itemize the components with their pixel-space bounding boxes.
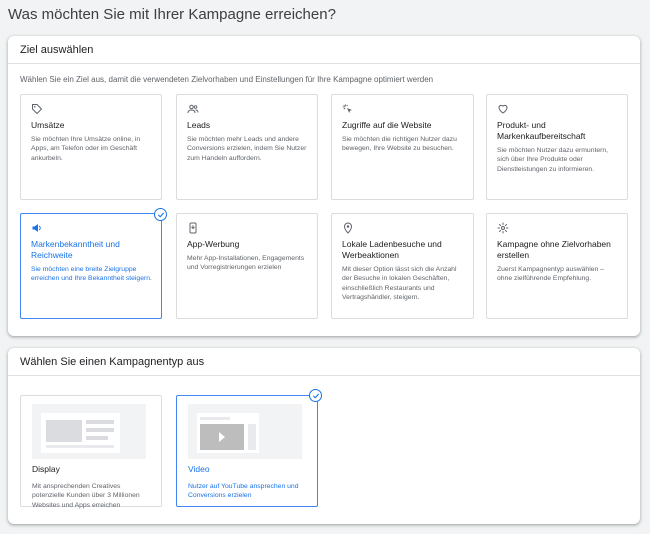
campaign-type-video[interactable]: Video Nutzer auf YouTube ansprechen und … xyxy=(176,395,318,507)
goal-tile-sales[interactable]: Umsätze Sie möchten Ihre Umsätze online,… xyxy=(20,94,162,200)
goal-tile-title: Leads xyxy=(187,120,211,130)
goal-tile-title: Kampagne ohne Zielvorhaben erstellen xyxy=(497,239,611,260)
goal-tile-app-promotion[interactable]: App-Werbung Mehr App-Installationen, Eng… xyxy=(176,213,318,319)
goal-tile-description: Sie möchten eine breite Zielgruppe errei… xyxy=(31,266,152,283)
goal-tile-description: Sie möchten Ihre Umsätze online, in Apps… xyxy=(31,136,141,162)
people-icon xyxy=(187,103,201,117)
selected-check-icon xyxy=(309,389,322,402)
phone-download-icon xyxy=(187,222,201,236)
goal-section-header: Ziel auswählen xyxy=(8,36,640,64)
goal-tile-description: Mehr App-Installationen, Engagements und… xyxy=(187,255,305,272)
tag-icon xyxy=(31,103,45,117)
goal-tile-brand-awareness[interactable]: Markenbekanntheit und Reichweite Sie möc… xyxy=(20,213,162,319)
campaign-type-description: Mit ansprechenden Creatives potenzielle … xyxy=(32,483,140,509)
goal-tile-title: Markenbekanntheit und Reichweite xyxy=(31,239,120,260)
goal-tile-title: Zugriffe auf die Website xyxy=(342,120,432,130)
goal-tile-description: Sie möchten Nutzer dazu ermuntern, sich … xyxy=(497,147,609,173)
location-pin-icon xyxy=(342,222,356,236)
goal-tile-website-traffic[interactable]: Zugriffe auf die Website Sie möchten die… xyxy=(331,94,474,200)
selected-check-icon xyxy=(154,208,167,221)
type-section-header: Wählen Sie einen Kampagnentyp aus xyxy=(8,348,640,376)
cursor-click-icon xyxy=(342,103,356,117)
gear-icon xyxy=(497,222,511,236)
page-title: Was möchten Sie mit Ihrer Kampagne errei… xyxy=(8,6,336,23)
goal-tile-no-goal[interactable]: Kampagne ohne Zielvorhaben erstellen Zue… xyxy=(486,213,628,319)
goal-tile-product-brand-consideration[interactable]: Produkt- und Markenkaufbereitschaft Sie … xyxy=(486,94,628,200)
campaign-type-card: Wählen Sie einen Kampagnentyp aus Displa… xyxy=(8,348,640,524)
campaign-type-title: Video xyxy=(188,464,210,474)
goal-tile-description: Sie möchten mehr Leads und andere Conver… xyxy=(187,136,307,162)
goal-tile-leads[interactable]: Leads Sie möchten mehr Leads und andere … xyxy=(176,94,318,200)
campaign-type-title: Display xyxy=(32,464,60,474)
megaphone-icon xyxy=(31,222,45,236)
goal-tile-description: Sie möchten die richtigen Nutzer dazu be… xyxy=(342,136,457,153)
goal-selection-card: Ziel auswählen Wählen Sie ein Ziel aus, … xyxy=(8,36,640,336)
campaign-type-display[interactable]: Display Mit ansprechenden Creatives pote… xyxy=(20,395,162,509)
campaign-type-description: Nutzer auf YouTube ansprechen und Conver… xyxy=(188,483,299,500)
goal-tile-title: Lokale Ladenbesuche und Werbeaktionen xyxy=(342,239,442,260)
goal-tile-local-store-visits[interactable]: Lokale Ladenbesuche und Werbeaktionen Mi… xyxy=(331,213,474,319)
goal-section-description: Wählen Sie ein Ziel aus, damit die verwe… xyxy=(20,75,434,84)
goal-tile-title: Produkt- und Markenkaufbereitschaft xyxy=(497,120,586,141)
goal-tile-title: Umsätze xyxy=(31,120,65,130)
goal-tile-title: App-Werbung xyxy=(187,239,240,249)
goal-tile-description: Zuerst Kampagnentyp auswählen – ohne zie… xyxy=(497,266,604,283)
goal-tile-description: Mit dieser Option lässt sich die Anzahl … xyxy=(342,266,457,301)
display-thumbnail xyxy=(32,404,146,459)
heart-icon xyxy=(497,103,511,117)
video-thumbnail xyxy=(188,404,302,459)
